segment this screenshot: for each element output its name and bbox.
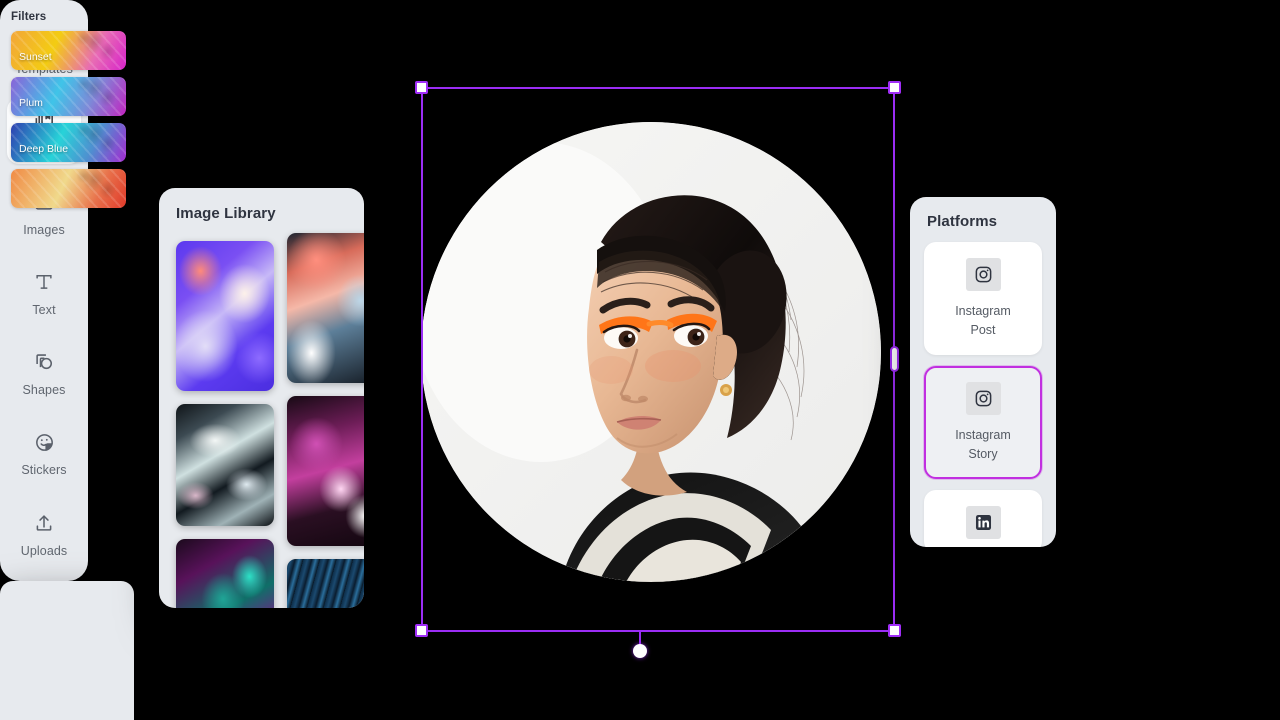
image-library-panel: Image Library — [159, 188, 364, 608]
stickers-icon — [33, 427, 56, 457]
selection-edge-left — [421, 87, 423, 632]
library-thumb-silver-silk[interactable] — [176, 404, 274, 526]
resize-handle-right-middle[interactable] — [890, 346, 899, 372]
resize-handle-top-right[interactable] — [888, 81, 901, 94]
platform-card-instagram-story[interactable]: Instagram Story — [924, 365, 1042, 479]
resize-handle-bottom-right[interactable] — [888, 624, 901, 637]
tool-label-text: Text — [32, 302, 56, 317]
library-thumb-magenta-smoke[interactable] — [287, 396, 364, 546]
image-library-grid — [176, 233, 364, 608]
tool-item-shapes[interactable]: Shapes — [7, 339, 81, 404]
tool-label-images: Images — [23, 222, 65, 237]
library-thumb-coral-marble[interactable] — [287, 233, 364, 383]
platforms-panel: Platforms Instagram Post Instagram Story — [910, 197, 1056, 547]
platforms-title: Platforms — [927, 213, 998, 230]
text-icon — [33, 267, 55, 297]
image-library-column-left — [176, 241, 274, 608]
platform-label-instagram-story: Instagram Story — [955, 426, 1011, 465]
tool-item-uploads[interactable]: Uploads — [7, 500, 81, 565]
app-canvas-root: Image Library Templat — [0, 0, 1280, 720]
instagram-icon — [965, 258, 1001, 291]
tool-label-stickers: Stickers — [21, 463, 67, 478]
shapes-icon — [33, 347, 55, 377]
platform-label-instagram-post: Instagram Post — [955, 302, 1011, 341]
resize-handle-bottom-left[interactable] — [415, 624, 428, 637]
tool-item-text[interactable]: Text — [7, 259, 81, 324]
library-thumb-teal-magenta-feather[interactable] — [176, 539, 274, 608]
tool-label-uploads: Uploads — [20, 543, 68, 558]
tool-item-stickers[interactable]: Stickers — [7, 419, 81, 484]
platform-label-line1: Instagram — [955, 304, 1011, 318]
selection-edge-bottom — [421, 630, 895, 632]
platform-card-instagram-post[interactable]: Instagram Post — [924, 242, 1042, 355]
library-thumb-purple-fluid-swirl[interactable] — [176, 241, 274, 391]
tool-label-shapes: Shapes — [22, 383, 66, 398]
uploads-icon — [33, 508, 55, 538]
instagram-icon — [965, 381, 1001, 415]
portrait-photo — [421, 122, 881, 582]
platform-label-line1: Instagram — [955, 427, 1011, 442]
platform-label-line2: Story — [968, 447, 998, 462]
linkedin-icon — [965, 505, 1001, 539]
portrait-photo-circle[interactable] — [421, 122, 881, 582]
resize-handle-top-left[interactable] — [415, 81, 428, 94]
artboard[interactable] — [421, 87, 895, 631]
platform-card-linkedin[interactable] — [924, 489, 1042, 547]
platforms-list: Instagram Post Instagram Story — [924, 242, 1042, 547]
image-library-column-right — [287, 233, 364, 608]
image-library-title: Image Library — [176, 205, 276, 222]
rotate-handle[interactable] — [633, 644, 647, 658]
filters-panel: Filters Sunset Plum Deep Blue — [0, 11, 134, 720]
library-thumb-blue-stripe-lines[interactable] — [287, 559, 364, 608]
platform-label-line2: Post — [970, 323, 996, 338]
selection-edge-top — [421, 87, 895, 89]
